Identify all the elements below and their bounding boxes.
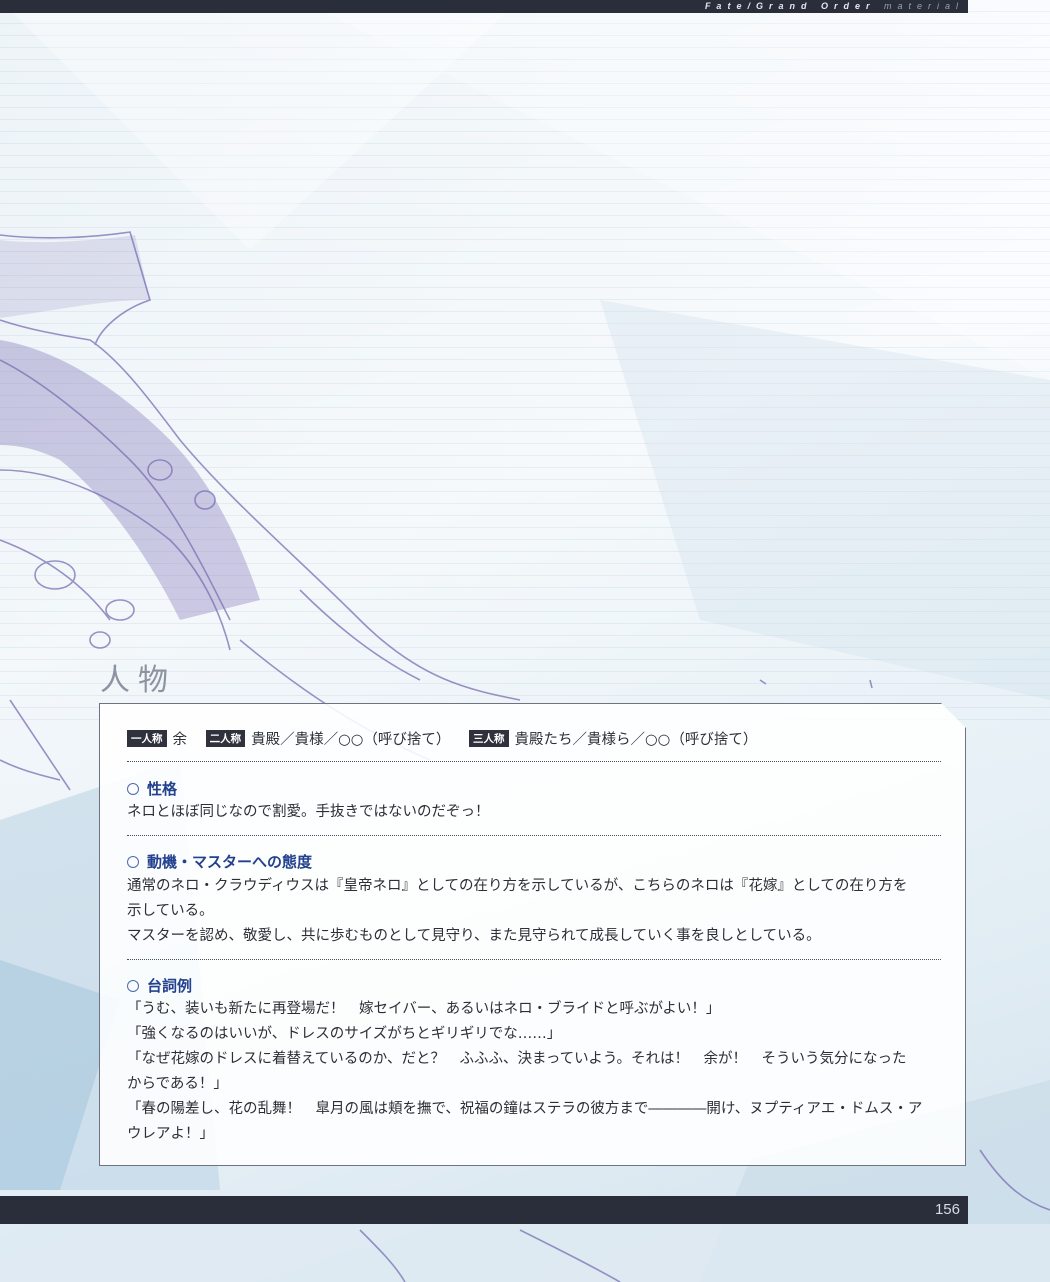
personality-line: ネロとほぼ同じなので割愛。手抜きではないのだぞっ！ <box>127 804 490 820</box>
character-info-panel: 一人称余 二人称 貴殿／貴様／○○（呼び捨て） 三人称 貴殿たち／貴様ら／○○（呼び… <box>99 703 966 1166</box>
bottom-footer-bar: 156 <box>0 1196 968 1224</box>
third-person-value: 貴殿たち／貴様ら／○○（呼び捨て） <box>514 732 758 748</box>
first-person-value: 余 <box>172 732 188 748</box>
header-title-light: material <box>883 1 964 11</box>
motivation-text: 通常のネロ・クラウディウスは『皇帝ネロ』としての在り方を示しているが、こちらのネ… <box>127 874 947 949</box>
personality-heading-text: 性格 <box>147 780 178 798</box>
sample-line-2: 「強くなるのはいいが、ドレスのサイズがちとギリギリでな……」 <box>127 1026 562 1042</box>
first-person-tag: 一人称 <box>127 730 167 747</box>
sample-line-1: 「うむ、装いも新たに再登場だ！ 嫁セイバー、あるいはネロ・ブライドと呼ぶがよい！… <box>127 1001 721 1017</box>
dotted-divider <box>127 761 941 762</box>
second-person-value: 貴殿／貴様／○○（呼び捨て） <box>251 732 451 748</box>
motivation-heading-text: 動機・マスターへの態度 <box>147 853 313 871</box>
dotted-divider <box>127 959 941 960</box>
page-number: 156 <box>934 1201 960 1218</box>
circle-bullet-icon <box>127 856 139 868</box>
header-title: Fate/Grand Order material <box>705 0 964 13</box>
motivation-line-2: 示している。 <box>127 903 214 919</box>
dotted-divider <box>127 835 941 836</box>
circle-bullet-icon <box>127 783 139 795</box>
personality-text: ネロとほぼ同じなので割愛。手抜きではないのだぞっ！ <box>127 800 947 825</box>
lines-heading: 台詞例 <box>127 975 192 996</box>
sample-line-3b: からである！」 <box>127 1076 228 1092</box>
top-header-bar: Fate/Grand Order material <box>0 0 968 13</box>
section-title: 人物 <box>100 663 176 698</box>
motivation-line-3: マスターを認め、敬愛し、共に歩むものとして見守り、また見守られて成長していく事を… <box>127 928 821 944</box>
second-person-tag: 二人称 <box>205 730 246 747</box>
circle-bullet-icon <box>127 980 139 992</box>
motivation-line-1: 通常のネロ・クラウディウスは『皇帝ネロ』としての在り方を示しているが、こちらのネ… <box>127 878 908 894</box>
motivation-heading: 動機・マスターへの態度 <box>127 851 312 872</box>
header-title-bold: Fate/Grand Order <box>704 1 876 11</box>
sample-lines-text: 「うむ、装いも新たに再登場だ！ 嫁セイバー、あるいはネロ・ブライドと呼ぶがよい！… <box>127 997 947 1147</box>
third-person-tag: 三人称 <box>469 730 509 747</box>
sample-line-4b: ウレアよ！」 <box>127 1126 214 1142</box>
personality-heading: 性格 <box>127 778 177 799</box>
sample-line-3a: 「なぜ花嫁のドレスに着替えているのか、だと？ ふふふ、決まっていよう。それは！ … <box>127 1051 907 1067</box>
sample-line-4a: 「春の陽差し、花の乱舞！ 皐月の風は頬を撫で、祝福の鐘はステラの彼方まで――――… <box>127 1101 923 1117</box>
lines-heading-text: 台詞例 <box>147 977 193 995</box>
pronoun-row: 一人称余 二人称 貴殿／貴様／○○（呼び捨て） 三人称 貴殿たち／貴様ら／○○（呼び… <box>127 728 771 749</box>
